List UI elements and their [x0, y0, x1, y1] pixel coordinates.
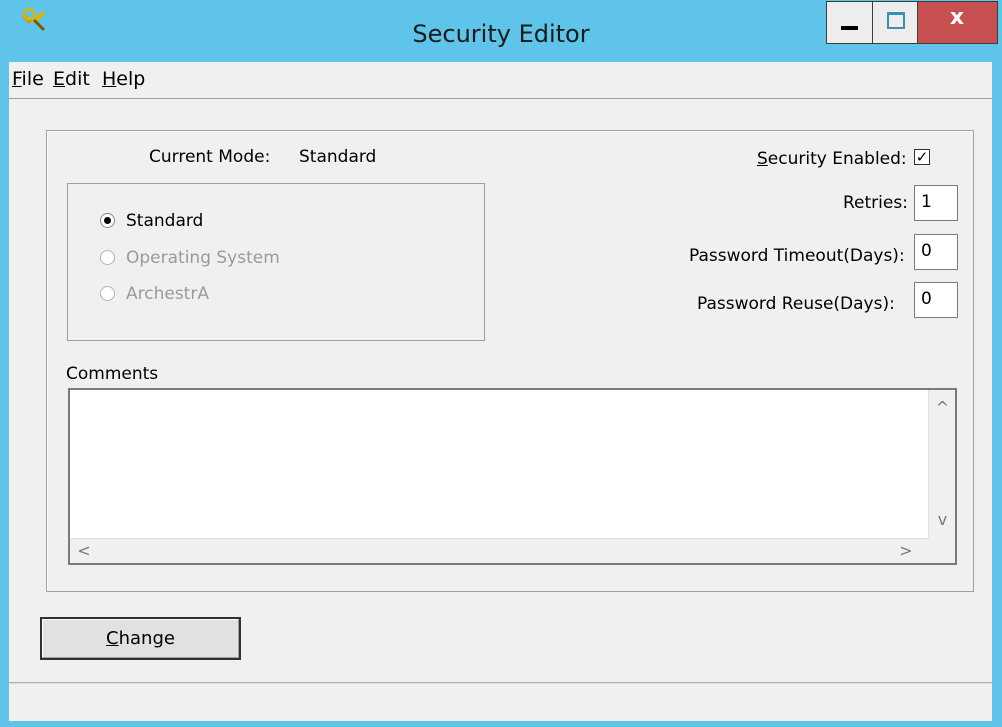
- password-timeout-label: Password Timeout(Days):: [689, 246, 905, 266]
- maximize-icon: [887, 12, 905, 29]
- close-icon: x: [949, 5, 965, 30]
- current-mode-value: Standard: [299, 147, 377, 167]
- minimize-button[interactable]: [826, 1, 872, 44]
- scroll-right-icon[interactable]: >: [898, 541, 914, 560]
- radio-operating-system-label[interactable]: Operating System: [126, 248, 280, 268]
- scroll-down-icon[interactable]: v: [929, 510, 956, 529]
- password-reuse-label: Password Reuse(Days):: [697, 294, 895, 314]
- scrollbar-corner: [928, 538, 955, 563]
- radio-standard-label[interactable]: Standard: [126, 211, 203, 231]
- radio-standard[interactable]: [100, 213, 115, 228]
- menu-bar: File Edit Help: [9, 66, 992, 96]
- password-reuse-input[interactable]: 0: [914, 282, 958, 318]
- radio-operating-system[interactable]: [100, 250, 115, 265]
- comments-vertical-scrollbar[interactable]: ^ v: [928, 390, 955, 538]
- maximize-button[interactable]: [872, 1, 918, 44]
- minimize-icon: [841, 26, 858, 30]
- menu-separator: [9, 98, 992, 99]
- radio-archestra-label[interactable]: ArchestrA: [126, 284, 209, 304]
- scroll-up-icon[interactable]: ^: [929, 398, 956, 417]
- client-area: File Edit Help Current Mode: Standard St…: [9, 62, 992, 721]
- security-enabled-label[interactable]: Security Enabled:: [757, 149, 907, 169]
- retries-input[interactable]: 1: [914, 185, 958, 221]
- close-button[interactable]: x: [918, 1, 998, 44]
- comments-textarea[interactable]: ^ v < >: [68, 388, 957, 565]
- window: Security Editor x File Edit Help Current…: [0, 0, 1002, 727]
- menu-edit[interactable]: Edit: [53, 68, 90, 90]
- title-bar[interactable]: Security Editor x: [0, 0, 1002, 62]
- comments-label: Comments: [66, 364, 159, 384]
- current-mode-label: Current Mode:: [149, 147, 271, 167]
- change-button[interactable]: Change: [40, 617, 241, 660]
- status-bar: [9, 682, 992, 684]
- retries-label: Retries:: [843, 193, 908, 213]
- menu-file[interactable]: File: [12, 68, 44, 90]
- radio-archestra[interactable]: [100, 286, 115, 301]
- security-enabled-checkbox[interactable]: ✓: [914, 149, 930, 165]
- scroll-left-icon[interactable]: <: [76, 541, 92, 560]
- password-timeout-input[interactable]: 0: [914, 234, 958, 270]
- menu-help[interactable]: Help: [102, 68, 145, 90]
- comments-horizontal-scrollbar[interactable]: < >: [70, 538, 928, 563]
